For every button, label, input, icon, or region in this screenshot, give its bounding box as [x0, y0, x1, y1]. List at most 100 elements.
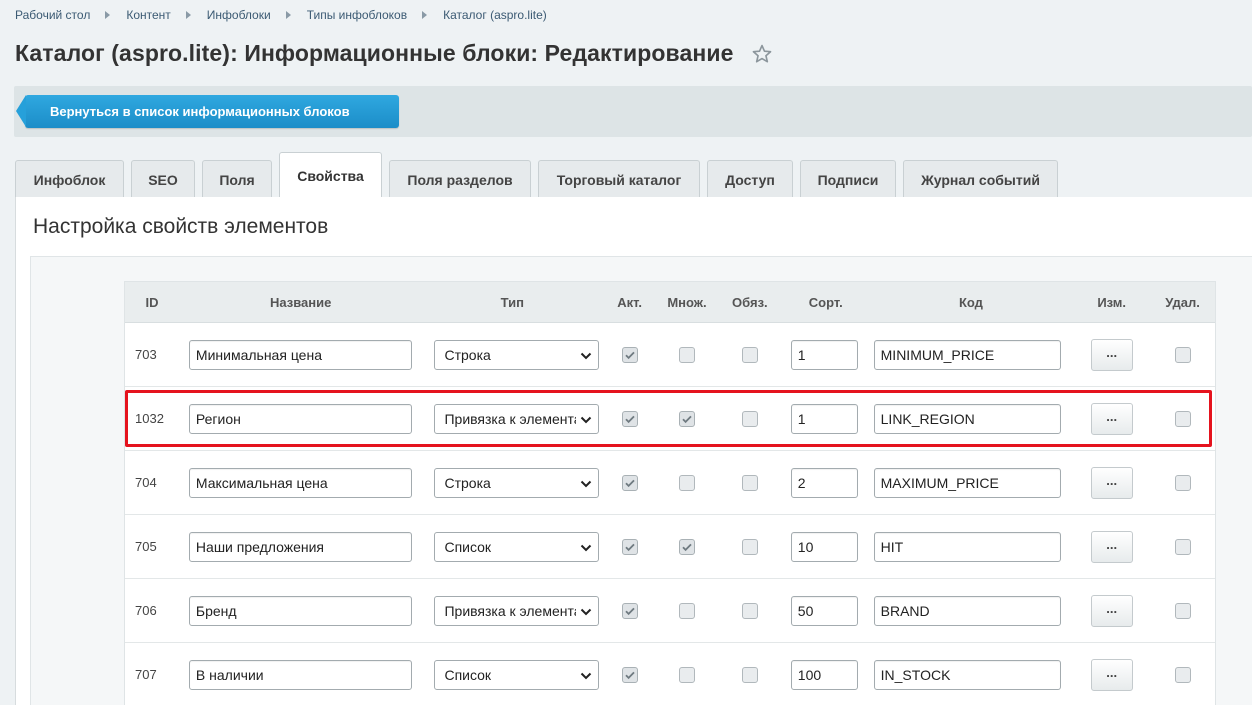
multiple-checkbox[interactable] [678, 474, 695, 491]
multiple-checkbox[interactable] [678, 666, 695, 683]
breadcrumb-item-infoblock-types[interactable]: Типы инфоблоков [307, 8, 407, 22]
tab-properties[interactable]: Свойства [279, 152, 382, 198]
multiple-checkbox[interactable] [678, 346, 695, 363]
type-select-value: Строка [444, 474, 491, 491]
edit-property-button[interactable]: ... [1090, 402, 1133, 435]
code-input[interactable] [873, 467, 1061, 498]
edit-property-button[interactable]: ... [1090, 658, 1133, 691]
table-row: 1032 Привязка к элементам ... [125, 387, 1215, 451]
cell-edit: ... [1073, 466, 1150, 499]
delete-checkbox[interactable] [1174, 666, 1191, 683]
code-input[interactable] [873, 659, 1061, 690]
type-select[interactable]: Список [434, 659, 600, 690]
edit-property-button[interactable]: ... [1090, 338, 1133, 371]
active-checkbox[interactable] [621, 346, 638, 363]
delete-checkbox[interactable] [1174, 538, 1191, 555]
breadcrumb-item-desktop[interactable]: Рабочий стол [15, 8, 90, 22]
tab-trade-catalog[interactable]: Торговый каталог [538, 160, 700, 198]
tab-fields[interactable]: Поля [202, 160, 272, 198]
tab-seo[interactable]: SEO [131, 160, 195, 198]
column-header-edit: Изм. [1097, 294, 1127, 310]
multiple-checkbox[interactable] [678, 602, 695, 619]
required-checkbox[interactable] [741, 666, 758, 683]
tab-bar: Инфоблок SEO Поля Свойства Поля разделов… [15, 152, 1065, 198]
cell-active [602, 538, 657, 555]
sort-input[interactable] [790, 339, 858, 370]
code-input[interactable] [873, 339, 1061, 370]
type-select[interactable]: Привязка к элементам [434, 403, 600, 434]
name-input[interactable] [188, 659, 412, 690]
cell-name [179, 659, 423, 690]
triangle-right-icon [185, 11, 191, 19]
cell-type: Привязка к элементам [422, 595, 602, 626]
code-input[interactable] [873, 403, 1061, 434]
chevron-down-icon [581, 608, 592, 615]
multiple-checkbox[interactable] [678, 538, 695, 555]
breadcrumb-item-content[interactable]: Контент [126, 8, 170, 22]
sort-input[interactable] [790, 403, 858, 434]
tab-infoblock[interactable]: Инфоблок [15, 160, 124, 198]
active-checkbox[interactable] [621, 666, 638, 683]
properties-table: ID Название Тип Акт. Множ. Обяз. Сорт. К… [124, 281, 1216, 705]
cell-multiple [657, 666, 717, 683]
edit-property-button[interactable]: ... [1090, 466, 1133, 499]
active-checkbox[interactable] [621, 410, 638, 427]
name-input[interactable] [188, 467, 412, 498]
required-checkbox[interactable] [741, 538, 758, 555]
active-checkbox[interactable] [621, 538, 638, 555]
required-checkbox[interactable] [741, 410, 758, 427]
back-to-list-button[interactable]: Вернуться в список информационных блоков [16, 95, 399, 128]
code-input[interactable] [873, 595, 1061, 626]
sort-input[interactable] [790, 659, 858, 690]
type-select[interactable]: Строка [434, 467, 600, 498]
star-icon[interactable] [751, 43, 773, 65]
breadcrumb-item-infoblocks[interactable]: Инфоблоки [207, 8, 271, 22]
tab-event-log[interactable]: Журнал событий [903, 160, 1058, 198]
required-checkbox[interactable] [741, 346, 758, 363]
column-header-required: Обяз. [732, 294, 768, 310]
breadcrumb-item-catalog[interactable]: Каталог (aspro.lite) [443, 8, 547, 22]
column-header-active: Акт. [617, 294, 642, 310]
cell-name [179, 595, 423, 626]
tab-access[interactable]: Доступ [707, 160, 793, 198]
delete-checkbox[interactable] [1174, 602, 1191, 619]
cell-code [869, 403, 1074, 434]
sort-input[interactable] [790, 467, 858, 498]
breadcrumb: Рабочий стол Контент Инфоблоки Типы инфо… [15, 8, 547, 22]
delete-checkbox[interactable] [1174, 410, 1191, 427]
cell-name [179, 339, 423, 370]
sort-input[interactable] [790, 531, 858, 562]
cell-id: 706 [135, 603, 157, 618]
active-checkbox[interactable] [621, 602, 638, 619]
type-select[interactable]: Строка [434, 339, 600, 370]
name-input[interactable] [188, 403, 412, 434]
cell-active [602, 666, 657, 683]
code-input[interactable] [873, 531, 1061, 562]
tab-section-fields[interactable]: Поля разделов [389, 160, 531, 198]
chevron-down-icon [581, 416, 592, 423]
edit-property-button[interactable]: ... [1090, 594, 1133, 627]
delete-checkbox[interactable] [1174, 346, 1191, 363]
tab-captions[interactable]: Подписи [800, 160, 896, 198]
column-header-code: Код [958, 294, 983, 310]
multiple-checkbox[interactable] [678, 410, 695, 427]
sort-input[interactable] [790, 595, 858, 626]
chevron-down-icon [581, 672, 592, 679]
edit-property-button[interactable]: ... [1090, 530, 1133, 563]
table-row: 707 Список ... [125, 643, 1215, 705]
cell-multiple [657, 602, 717, 619]
active-checkbox[interactable] [621, 474, 638, 491]
type-select-value: Список [444, 666, 492, 683]
type-select[interactable]: Привязка к элементам [434, 595, 600, 626]
name-input[interactable] [188, 595, 412, 626]
name-input[interactable] [188, 531, 412, 562]
cell-delete [1150, 410, 1215, 427]
cell-sort [783, 659, 869, 690]
required-checkbox[interactable] [741, 474, 758, 491]
name-input[interactable] [188, 339, 412, 370]
type-select[interactable]: Список [434, 531, 600, 562]
column-header-id: ID [145, 294, 159, 310]
delete-checkbox[interactable] [1174, 474, 1191, 491]
required-checkbox[interactable] [741, 602, 758, 619]
cell-required [717, 666, 783, 683]
